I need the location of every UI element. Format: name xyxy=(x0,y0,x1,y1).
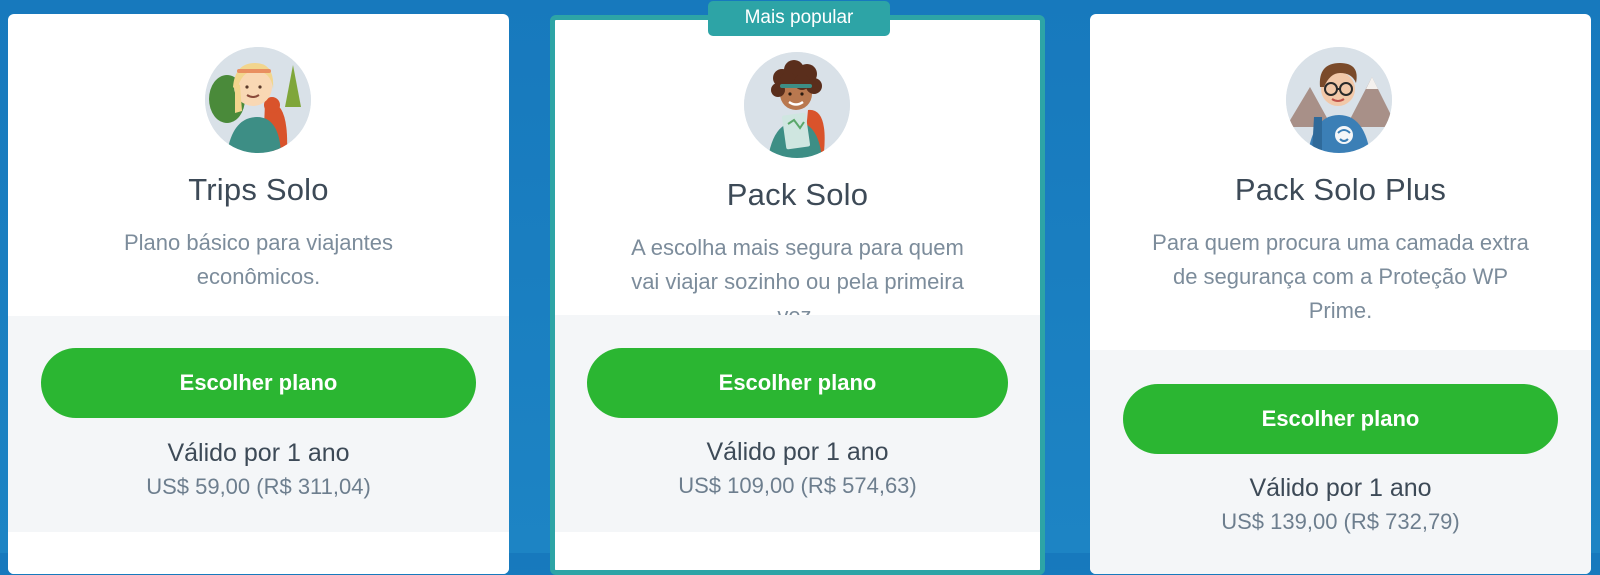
plan-price: US$ 139,00 (R$ 732,79) xyxy=(1221,509,1460,534)
plan-title: Pack Solo xyxy=(726,177,869,212)
plan-description: Plano básico para viajantes econômicos. xyxy=(123,230,394,289)
plan-features-section xyxy=(8,532,509,574)
plan-validity: Válido por 1 ano xyxy=(1249,474,1432,502)
most-popular-badge: Mais popular xyxy=(708,1,890,36)
plan-features-section xyxy=(555,532,1040,570)
plan-pricing-section: Escolher plano Válido por 1 ano US$ 109,… xyxy=(555,315,1040,532)
plan-description: Para quem procura uma camada extra de se… xyxy=(1152,230,1529,323)
plan-pricing-section: Escolher plano Válido por 1 ano US$ 139,… xyxy=(1090,350,1591,574)
plan-card-pack-solo: Pack Solo A escolha mais segura para que… xyxy=(550,15,1045,575)
choose-plan-button[interactable]: Escolher plano xyxy=(587,348,1008,418)
plan-title: Pack Solo Plus xyxy=(1234,172,1447,207)
traveler-woman-curly-hair-icon xyxy=(744,52,850,158)
plan-pricing-section: Escolher plano Válido por 1 ano US$ 59,0… xyxy=(8,316,509,532)
traveler-man-glasses-icon xyxy=(1286,47,1392,153)
choose-plan-button[interactable]: Escolher plano xyxy=(41,348,476,418)
traveler-woman-blonde-icon xyxy=(205,47,311,153)
choose-plan-button[interactable]: Escolher plano xyxy=(1123,384,1558,454)
plan-card-pack-solo-plus: Pack Solo Plus Para quem procura uma cam… xyxy=(1090,14,1591,574)
plan-price: US$ 109,00 (R$ 574,63) xyxy=(678,473,917,498)
plan-card-trips-solo: Trips Solo Plano básico para viajantes e… xyxy=(8,14,509,574)
plan-validity: Válido por 1 ano xyxy=(706,438,889,466)
plan-price: US$ 59,00 (R$ 311,04) xyxy=(146,474,371,499)
plan-validity: Válido por 1 ano xyxy=(167,439,350,467)
plan-title: Trips Solo xyxy=(188,172,329,207)
